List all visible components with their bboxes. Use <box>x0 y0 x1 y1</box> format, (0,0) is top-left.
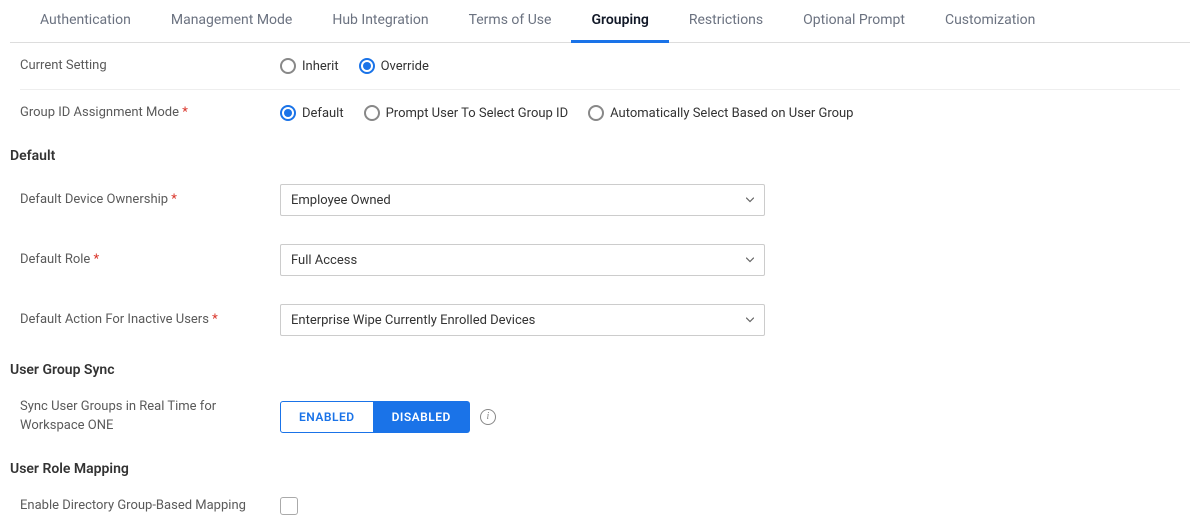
select-device-ownership[interactable]: Employee Owned <box>280 184 765 216</box>
tab-optional-prompt[interactable]: Optional Prompt <box>783 0 925 42</box>
row-device-ownership: Default Device Ownership Employee Owned <box>20 170 1180 230</box>
label-inactive-action: Default Action For Inactive Users <box>20 311 280 329</box>
chevron-down-icon <box>746 318 754 323</box>
select-value: Full Access <box>291 253 357 268</box>
section-heading-user-group-sync: User Group Sync <box>10 350 1180 384</box>
select-inactive-action[interactable]: Enterprise Wipe Currently Enrolled Devic… <box>280 304 765 336</box>
toggle-disabled[interactable]: DISABLED <box>374 401 470 433</box>
tab-terms-of-use[interactable]: Terms of Use <box>449 0 572 42</box>
radio-icon <box>280 105 296 121</box>
info-icon[interactable]: i <box>480 409 496 425</box>
tab-restrictions[interactable]: Restrictions <box>669 0 783 42</box>
select-value: Enterprise Wipe Currently Enrolled Devic… <box>291 313 535 328</box>
section-heading-user-role-mapping: User Role Mapping <box>10 449 1180 483</box>
radio-label: Override <box>381 59 429 74</box>
chevron-down-icon <box>746 258 754 263</box>
label-default-role: Default Role <box>20 251 280 269</box>
tab-management-mode[interactable]: Management Mode <box>151 0 312 42</box>
tab-hub-integration[interactable]: Hub Integration <box>312 0 448 42</box>
radio-icon <box>359 58 375 74</box>
radio-inherit[interactable]: Inherit <box>280 58 339 74</box>
row-sync-real-time: Sync User Groups in Real Time for Worksp… <box>20 384 1180 448</box>
tab-bar: Authentication Management Mode Hub Integ… <box>10 0 1190 43</box>
radio-icon <box>364 105 380 121</box>
radio-icon <box>280 58 296 74</box>
label-group-id-mode: Group ID Assignment Mode <box>20 104 280 122</box>
label-device-ownership: Default Device Ownership <box>20 191 280 209</box>
label-sync-real-time: Sync User Groups in Real Time for Worksp… <box>20 398 280 434</box>
radio-icon <box>588 105 604 121</box>
radio-label: Automatically Select Based on User Group <box>610 106 853 121</box>
row-inactive-action: Default Action For Inactive Users Enterp… <box>20 290 1180 350</box>
label-enable-directory-mapping: Enable Directory Group-Based Mapping <box>20 497 280 515</box>
select-default-role[interactable]: Full Access <box>280 244 765 276</box>
radio-label: Inherit <box>302 59 339 74</box>
tab-grouping[interactable]: Grouping <box>571 0 668 43</box>
label-current-setting: Current Setting <box>20 57 280 75</box>
tab-customization[interactable]: Customization <box>925 0 1055 42</box>
row-default-role: Default Role Full Access <box>20 230 1180 290</box>
toggle-sync: ENABLED DISABLED <box>280 401 470 433</box>
radio-default[interactable]: Default <box>280 105 344 121</box>
row-enable-directory-mapping: Enable Directory Group-Based Mapping <box>20 483 1180 529</box>
radio-label: Default <box>302 106 344 121</box>
checkbox-enable-directory-mapping[interactable] <box>280 497 298 515</box>
row-group-id-mode: Group ID Assignment Mode Default Prompt … <box>20 90 1180 136</box>
radio-override[interactable]: Override <box>359 58 429 74</box>
radio-label: Prompt User To Select Group ID <box>386 106 569 121</box>
chevron-down-icon <box>746 198 754 203</box>
row-current-setting: Current Setting Inherit Override <box>20 43 1180 90</box>
tab-authentication[interactable]: Authentication <box>20 0 151 42</box>
section-heading-default: Default <box>10 136 1180 170</box>
radio-auto-select[interactable]: Automatically Select Based on User Group <box>588 105 853 121</box>
select-value: Employee Owned <box>291 193 391 208</box>
toggle-enabled[interactable]: ENABLED <box>280 401 374 433</box>
radio-prompt-user[interactable]: Prompt User To Select Group ID <box>364 105 569 121</box>
